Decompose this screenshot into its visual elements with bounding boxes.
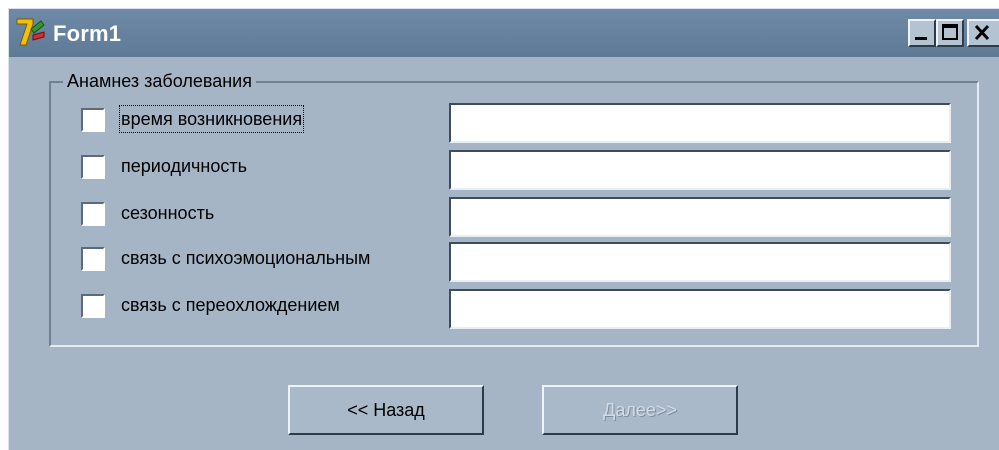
maximize-icon [942,24,958,40]
label-hypothermia[interactable]: связь с переохлождением [121,293,340,317]
label-psychoemotional[interactable]: связь с психоэмоциональным [121,246,370,270]
groupbox-title: Анамнез заболевания [63,69,256,93]
input-psychoemotional[interactable] [449,242,951,282]
minimize-button[interactable] [908,19,936,47]
app-icon [16,18,45,46]
checkbox-periodicity[interactable] [81,155,105,179]
checkbox-psychoemotional[interactable] [81,247,105,271]
back-button[interactable]: << Назад [288,385,484,435]
input-onset-time[interactable] [449,103,951,143]
checkbox-hypothermia[interactable] [81,294,105,318]
next-button[interactable]: Далее>> [542,385,738,435]
window-title: Form1 [53,21,122,46]
input-periodicity[interactable] [449,150,951,190]
label-seasonality[interactable]: сезонность [121,201,214,225]
title-bar[interactable]: Form1 [9,9,999,57]
label-onset-time[interactable]: время возникновения [118,105,305,133]
input-seasonality[interactable] [449,197,951,237]
form-window: Form1 Анамнез заболевания время возникно… [8,8,999,450]
close-icon [974,24,990,41]
minimize-icon [915,37,927,40]
checkbox-onset-time[interactable] [81,108,105,132]
label-periodicity[interactable]: периодичность [121,154,247,178]
close-button[interactable] [967,19,999,47]
input-hypothermia[interactable] [449,289,951,329]
maximize-button[interactable] [936,19,964,47]
checkbox-seasonality[interactable] [81,202,105,226]
